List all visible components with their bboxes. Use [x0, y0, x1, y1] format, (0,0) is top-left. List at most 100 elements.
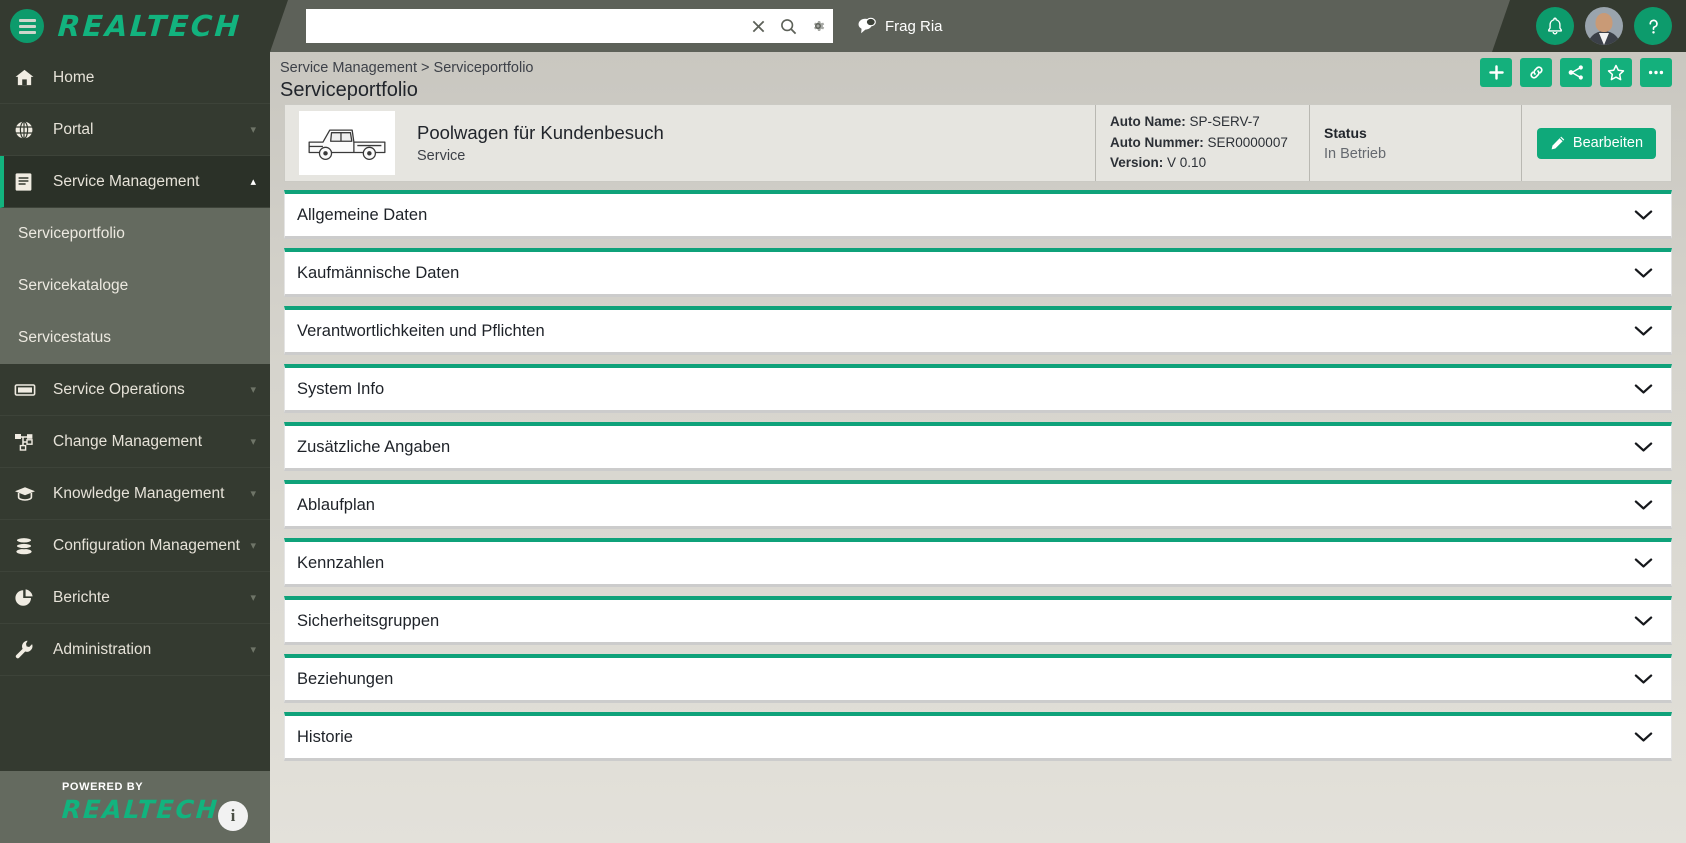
share-nodes-icon — [1568, 65, 1583, 80]
chevron-down-icon[interactable] — [1634, 325, 1653, 337]
page-title: Serviceportfolio — [280, 79, 418, 101]
help-button[interactable] — [1634, 7, 1672, 45]
sidebar-item-administration[interactable]: Administration ▾ — [0, 624, 270, 676]
status-block: Status In Betrieb — [1309, 105, 1521, 181]
ticket-icon — [14, 382, 44, 398]
accordion-kaufmaennische-daten[interactable]: Kaufmännische Daten — [284, 248, 1672, 297]
chat-assistant-button[interactable]: Frag Ria — [857, 0, 943, 52]
accordion-label: System Info — [297, 379, 385, 398]
chevron-down-icon[interactable] — [1634, 615, 1653, 627]
sidebar-item-change-management[interactable]: Change Management ▾ — [0, 416, 270, 468]
chevron-down-icon: ▾ — [250, 488, 256, 500]
chevron-down-icon: ▾ — [250, 124, 256, 136]
chat-assistant-label: Frag Ria — [885, 17, 943, 35]
sidebar-subitem-servicestatus[interactable]: Servicestatus — [0, 312, 270, 364]
accordion-ablaufplan[interactable]: Ablaufplan — [284, 480, 1672, 529]
chevron-down-icon: ▾ — [250, 436, 256, 448]
meta-auto-name: Auto Name: SP-SERV-7 — [1110, 113, 1260, 129]
edit-button-label: Bearbeiten — [1572, 135, 1644, 151]
status-badge: In Betrieb — [1324, 145, 1387, 162]
hamburger-icon[interactable] — [10, 9, 44, 43]
link-icon — [1529, 66, 1543, 79]
app-logo[interactable]: REALTECH — [57, 9, 243, 43]
home-icon — [14, 68, 44, 87]
chevron-down-icon[interactable] — [1634, 209, 1653, 221]
chevron-down-icon[interactable] — [1634, 383, 1653, 395]
accordion-system-info[interactable]: System Info — [284, 364, 1672, 413]
info-icon[interactable]: i — [218, 801, 248, 831]
record-meta: Auto Name: SP-SERV-7 Auto Nummer: SER000… — [1095, 105, 1309, 181]
edit-zone: Bearbeiten — [1521, 105, 1671, 181]
accordion-sicherheitsgruppen[interactable]: Sicherheitsgruppen — [284, 596, 1672, 645]
chevron-down-icon: ▾ — [250, 384, 256, 396]
clear-search-icon[interactable] — [743, 9, 773, 43]
question-mark-icon — [1648, 19, 1658, 34]
pickup-truck-image — [299, 111, 395, 175]
sidebar-footer: POWERED BY REALTECH i — [0, 771, 270, 843]
sidebar-item-label: Configuration Management — [53, 536, 240, 554]
chevron-up-icon: ▴ — [250, 176, 256, 188]
sidebar-subitem-servicekataloge[interactable]: Servicekataloge — [0, 260, 270, 312]
sidebar-subitem-label: Serviceportfolio — [18, 225, 125, 242]
accordion-beziehungen[interactable]: Beziehungen — [284, 654, 1672, 703]
sidebar-item-label: Service Management — [53, 172, 200, 190]
sidebar-item-knowledge-management[interactable]: Knowledge Management ▾ — [0, 468, 270, 520]
chevron-down-icon[interactable] — [1634, 441, 1653, 453]
accordion-label: Historie — [297, 727, 353, 746]
record-title-block: Poolwagen für Kundenbesuch Service — [395, 105, 1095, 181]
top-bar: REALTECH Frag Ria — [0, 0, 1686, 52]
chevron-down-icon[interactable] — [1634, 673, 1653, 685]
sidebar-item-berichte[interactable]: Berichte ▾ — [0, 572, 270, 624]
share-button[interactable] — [1560, 58, 1592, 87]
sidebar-subitem-label: Servicestatus — [18, 329, 112, 346]
favorite-button[interactable] — [1600, 58, 1632, 87]
database-icon — [14, 536, 44, 556]
chevron-down-icon: ▾ — [250, 592, 256, 604]
chevron-down-icon[interactable] — [1634, 267, 1653, 279]
sidebar-subitem-serviceportfolio[interactable]: Serviceportfolio — [0, 208, 270, 260]
sidebar-item-service-management[interactable]: Service Management ▴ — [0, 156, 270, 208]
user-avatar[interactable] — [1585, 7, 1623, 45]
pencil-icon — [1551, 136, 1565, 150]
sidebar-item-label: Knowledge Management — [53, 484, 225, 502]
graduation-cap-icon — [14, 485, 44, 502]
main-content: Service Management > Serviceportfolio Se… — [270, 52, 1686, 843]
sidebar-item-portal[interactable]: Portal ▾ — [0, 104, 270, 156]
chevron-down-icon[interactable] — [1634, 499, 1653, 511]
link-button[interactable] — [1520, 58, 1552, 87]
sidebar-item-label: Administration — [53, 640, 152, 658]
notifications-button[interactable] — [1536, 7, 1574, 45]
accordion-label: Zusätzliche Angaben — [297, 437, 451, 456]
accordion-zusaetzliche-angaben[interactable]: Zusätzliche Angaben — [284, 422, 1672, 471]
sidebar-item-configuration-management[interactable]: Configuration Management ▾ — [0, 520, 270, 572]
record-header-card: Poolwagen für Kundenbesuch Service Auto … — [284, 104, 1672, 182]
chevron-down-icon[interactable] — [1634, 731, 1653, 743]
sidebar-item-label: Portal — [53, 120, 94, 138]
search-settings-gear-icon[interactable] — [803, 9, 833, 43]
book-icon — [14, 172, 44, 192]
bell-icon — [1548, 17, 1562, 35]
search-icon[interactable] — [773, 9, 803, 43]
pie-chart-icon — [14, 588, 44, 608]
powered-by-label: POWERED BY — [62, 781, 144, 793]
search-bar[interactable] — [306, 9, 833, 43]
ellipsis-icon — [1648, 70, 1664, 75]
accordion-allgemeine-daten[interactable]: Allgemeine Daten — [284, 190, 1672, 239]
breadcrumb[interactable]: Service Management > Serviceportfolio — [280, 60, 1686, 76]
chevron-down-icon[interactable] — [1634, 557, 1653, 569]
more-button[interactable] — [1640, 58, 1672, 87]
accordion-kennzahlen[interactable]: Kennzahlen — [284, 538, 1672, 587]
accordion-historie[interactable]: Historie — [284, 712, 1672, 761]
sidebar-item-label: Service Operations — [53, 380, 185, 398]
page-header: Service Management > Serviceportfolio Se… — [270, 52, 1686, 104]
accordion-verantwortlichkeiten-und-pflichten[interactable]: Verantwortlichkeiten und Pflichten — [284, 306, 1672, 355]
edit-button[interactable]: Bearbeiten — [1536, 127, 1657, 159]
search-input[interactable] — [306, 9, 743, 43]
sidebar-item-label: Home — [53, 68, 95, 86]
sidebar-nav: Home Portal ▾ Service Management ▴ Servi… — [0, 52, 270, 843]
topbar-right-actions — [1492, 0, 1686, 52]
sidebar-item-service-operations[interactable]: Service Operations ▾ — [0, 364, 270, 416]
sidebar-item-home[interactable]: Home — [0, 52, 270, 104]
accordion-label: Sicherheitsgruppen — [297, 611, 440, 630]
add-button[interactable] — [1480, 58, 1512, 87]
